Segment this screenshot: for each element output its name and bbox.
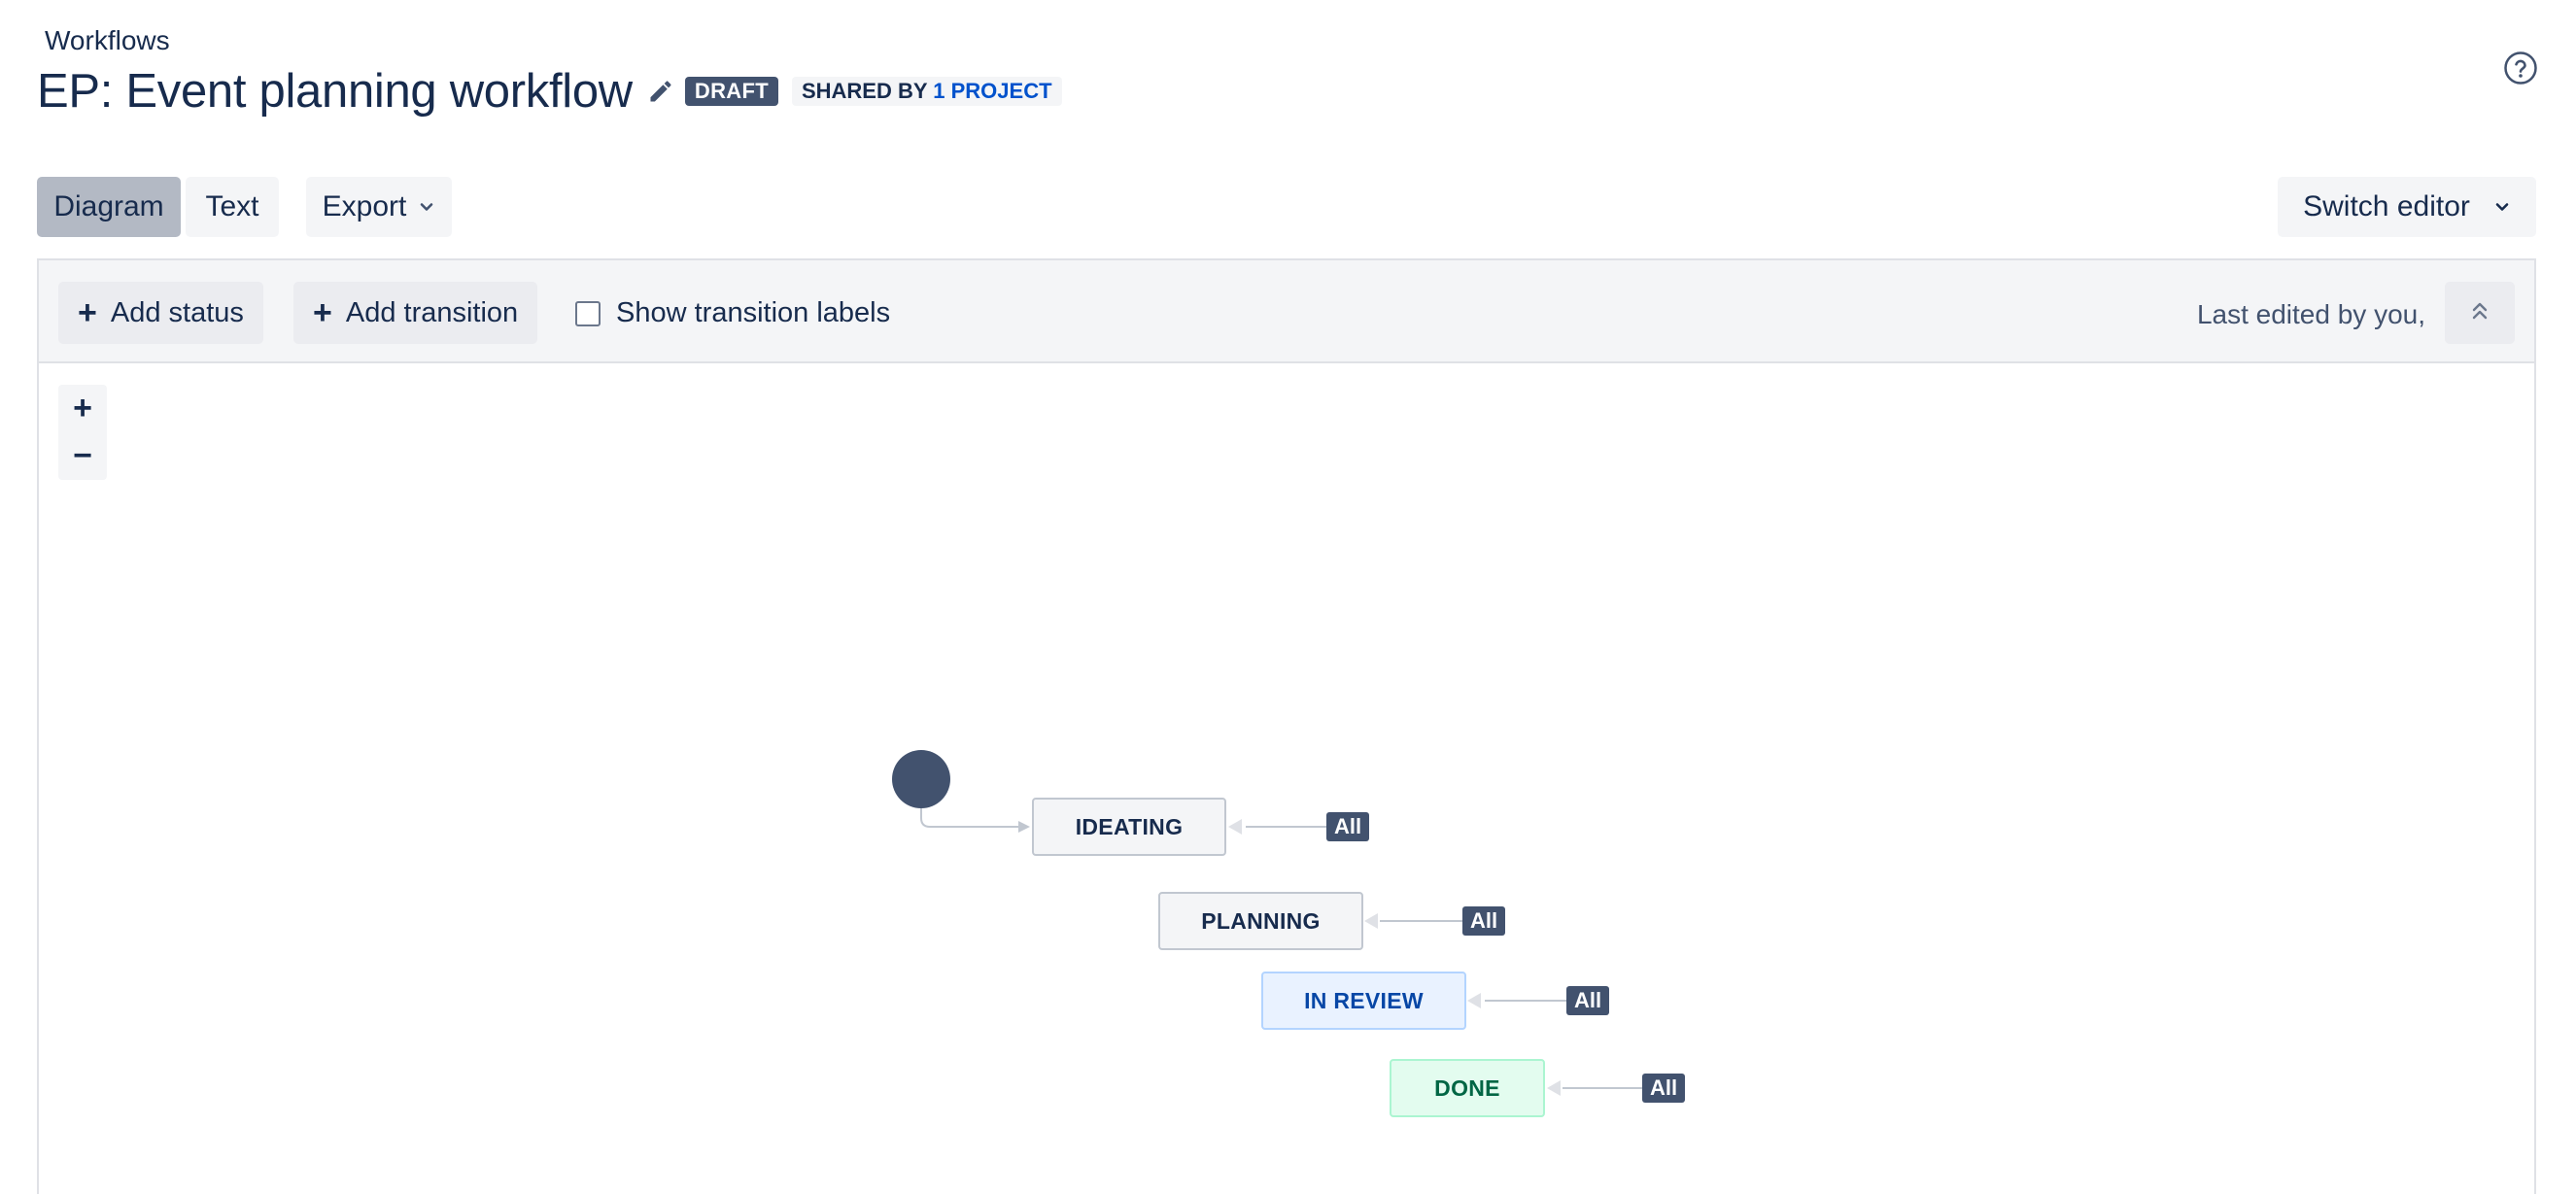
shared-by-badge: SHARED BY 1 PROJECT — [791, 77, 1062, 106]
shared-projects-link[interactable]: 1 PROJECT — [933, 79, 1051, 103]
global-transition-badge[interactable]: All — [1326, 812, 1370, 841]
zoom-in-button[interactable]: + — [58, 385, 107, 432]
page-title: EP: Event planning workflow — [37, 65, 633, 118]
zoom-controls: + − — [58, 385, 107, 480]
chevron-down-icon — [2493, 198, 2511, 216]
chevron-down-icon — [418, 198, 435, 216]
global-transition-badge[interactable]: All — [1642, 1074, 1686, 1103]
shared-by-prefix: SHARED BY — [801, 79, 928, 103]
last-edited-text: Last edited by you, — [2196, 299, 2425, 329]
chevron-double-up-icon — [2469, 299, 2490, 327]
show-transition-labels-label: Show transition labels — [616, 297, 891, 328]
title-row: EP: Event planning workflow DRAFT SHARED… — [37, 62, 1062, 120]
show-transition-labels-toggle[interactable]: Show transition labels — [575, 297, 890, 329]
zoom-out-button[interactable]: − — [58, 432, 107, 480]
status-ideating[interactable]: IDEATING — [1032, 798, 1226, 856]
global-transition-badge[interactable]: All — [1566, 986, 1610, 1015]
workflow-editor-page: Workflows EP: Event planning workflow DR… — [0, 0, 2576, 1194]
plus-icon: + — [78, 294, 97, 331]
draft-badge: DRAFT — [684, 77, 778, 106]
export-dropdown[interactable]: Export — [306, 177, 452, 237]
switch-editor-dropdown[interactable]: Switch editor — [2278, 177, 2536, 237]
question-circle-icon[interactable] — [2503, 51, 2538, 85]
global-transition-badge[interactable]: All — [1462, 906, 1506, 936]
add-transition-button[interactable]: + Add transition — [293, 282, 538, 344]
pencil-icon[interactable] — [646, 77, 675, 106]
breadcrumb-workflows[interactable]: Workflows — [45, 25, 170, 56]
status-planning[interactable]: PLANNING — [1158, 892, 1363, 950]
show-transition-labels-checkbox[interactable] — [575, 300, 601, 326]
switch-editor-label: Switch editor — [2303, 190, 2470, 222]
add-transition-label: Add transition — [345, 296, 519, 328]
export-label: Export — [322, 190, 407, 222]
plus-icon: + — [313, 294, 332, 331]
add-status-button[interactable]: + Add status — [58, 282, 263, 344]
add-status-label: Add status — [110, 296, 244, 328]
status-in-review[interactable]: IN REVIEW — [1261, 972, 1466, 1030]
start-node[interactable] — [892, 750, 950, 808]
tab-diagram[interactable]: Diagram — [37, 177, 181, 237]
workflow-diagram-editor: + Add status + Add transition Show trans… — [37, 258, 2536, 1194]
editor-toolbar: + Add status + Add transition Show trans… — [39, 260, 2534, 363]
tab-text[interactable]: Text — [186, 177, 279, 237]
status-done[interactable]: DONE — [1390, 1059, 1545, 1117]
collapse-button[interactable] — [2445, 282, 2515, 344]
